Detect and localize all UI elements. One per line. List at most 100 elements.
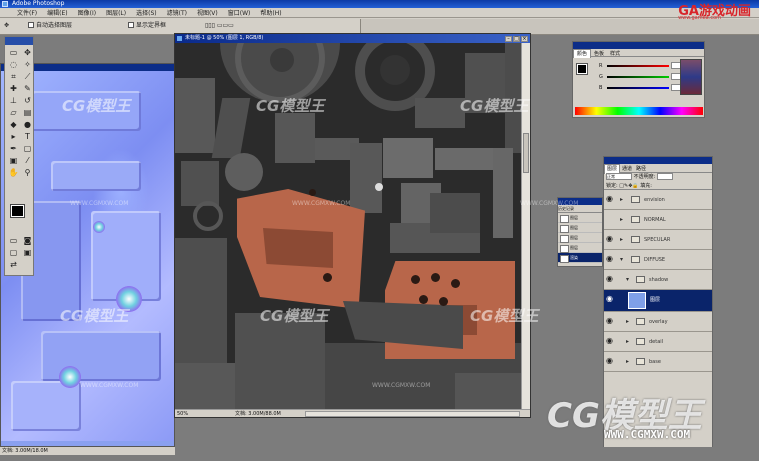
layer-row[interactable]: ◉ ▸ base: [604, 352, 712, 372]
opacity-field[interactable]: [656, 173, 673, 180]
brand-sub: www.gamea.com: [678, 15, 721, 21]
expand-chevron-icon[interactable]: ▸: [626, 318, 629, 326]
layer-row[interactable]: ◉ ▸ detail: [604, 332, 712, 352]
type-tool-icon[interactable]: T: [21, 131, 34, 142]
maximize-icon[interactable]: □: [513, 36, 520, 42]
healing-brush-icon[interactable]: ✚: [7, 83, 20, 94]
expand-chevron-icon[interactable]: ▸: [620, 196, 623, 204]
screen-mode-icon[interactable]: ▢: [7, 247, 20, 258]
green-slider[interactable]: [607, 76, 669, 78]
expand-chevron-icon[interactable]: ▸: [620, 216, 623, 224]
zoom-level[interactable]: 50%: [177, 410, 188, 418]
path-select-icon[interactable]: ▸: [7, 131, 20, 142]
brush-tool-icon[interactable]: ✎: [21, 83, 34, 94]
quickmask-mode-icon[interactable]: ◙: [21, 235, 34, 246]
expand-chevron-icon[interactable]: ▾: [626, 276, 629, 284]
document-size[interactable]: 文档: 3.00M/88.0M: [235, 410, 281, 418]
magic-wand-icon[interactable]: ✧: [21, 59, 34, 70]
move-tool-icon[interactable]: ✥: [21, 47, 34, 58]
watermark-cg: CG模型王: [460, 97, 529, 115]
color-panel-tabs: 颜色 色板 样式: [573, 49, 704, 58]
crop-tool-icon[interactable]: ⌗: [7, 71, 20, 82]
watermark-url-large: WWW.CGMXW.COM: [604, 428, 691, 441]
folder-icon: [636, 318, 645, 325]
app-title: Adobe Photoshop: [12, 0, 65, 7]
shape-tool-icon[interactable]: ▢: [21, 143, 34, 154]
history-item[interactable]: 图层: [558, 223, 602, 233]
lasso-tool-icon[interactable]: ◌: [7, 59, 20, 70]
layers-panel-titlebar[interactable]: [604, 157, 712, 164]
history-item[interactable]: 图层: [558, 213, 602, 223]
jump-to-imageready-icon[interactable]: ⇄: [7, 259, 20, 270]
lock-label: 锁定:: [606, 183, 618, 189]
layer-row[interactable]: ◉ ▾ DIFFUSE: [604, 250, 712, 270]
minimize-icon[interactable]: –: [505, 36, 512, 42]
red-slider[interactable]: [607, 65, 669, 67]
dodge-tool-icon[interactable]: ●: [21, 119, 34, 130]
toolbox: ▭ ✥ ◌ ✧ ⌗ ⟋ ✚ ✎ ⊥ ↺ ▱ ▤ ◆ ● ▸ T ✒ ▢ ▣ ⁄ …: [4, 36, 34, 276]
horizontal-scrollbar[interactable]: [305, 411, 520, 417]
tab-styles[interactable]: 样式: [607, 50, 623, 58]
visibility-eye-icon[interactable]: ◉: [606, 337, 613, 345]
zoom-tool-icon[interactable]: ⚲: [21, 167, 34, 178]
history-brush-icon[interactable]: ↺: [21, 95, 34, 106]
fullscreen-mode-icon[interactable]: ▣: [21, 247, 34, 258]
show-bounds-option[interactable]: 显示定界框: [128, 22, 166, 30]
visibility-eye-icon[interactable]: ◉: [606, 255, 613, 263]
eraser-tool-icon[interactable]: ▱: [7, 107, 20, 118]
panel-foreground-swatch[interactable]: [576, 63, 588, 75]
blur-tool-icon[interactable]: ◆: [7, 119, 20, 130]
blue-slider[interactable]: [607, 87, 669, 89]
layer-name: NORMAL: [644, 217, 666, 223]
visibility-eye-icon[interactable]: ◉: [606, 295, 613, 303]
layer-row-selected[interactable]: ◉ 图层: [604, 290, 712, 312]
pen-tool-icon[interactable]: ✒: [7, 143, 20, 154]
layer-row[interactable]: ◉ ▾ shadow: [604, 270, 712, 290]
red-slider-row: R: [599, 62, 681, 70]
layer-row[interactable]: ◉ ▸ SPECULAR: [604, 230, 712, 250]
notes-tool-icon[interactable]: ▣: [7, 155, 20, 166]
vertical-scroll-thumb[interactable]: [523, 133, 529, 173]
visibility-eye-icon[interactable]: ◉: [606, 317, 613, 325]
watermark-url: WWW.CGMXW.COM: [292, 200, 351, 207]
color-preview-thumbnail: [680, 59, 702, 95]
expand-chevron-icon[interactable]: ▾: [620, 256, 623, 264]
eyedropper-icon[interactable]: ⁄: [21, 155, 34, 166]
hand-tool-icon[interactable]: ✋: [7, 167, 20, 178]
foreground-color-swatch[interactable]: [10, 204, 25, 218]
history-item[interactable]: 图层: [558, 243, 602, 253]
tab-color[interactable]: 颜色: [573, 49, 592, 58]
move-tool-icon[interactable]: ✥: [4, 22, 9, 30]
expand-chevron-icon[interactable]: ▸: [620, 236, 623, 244]
align-icons[interactable]: ▯▯▯ ▭▭▭: [205, 22, 234, 30]
blend-mode-select[interactable]: 正常: [606, 173, 632, 180]
history-item-selected[interactable]: 渲染: [558, 253, 602, 263]
slice-tool-icon[interactable]: ⟋: [21, 71, 34, 82]
layer-row[interactable]: ◉ ▸ overlay: [604, 312, 712, 332]
marquee-tool-icon[interactable]: ▭: [7, 47, 20, 58]
color-panel-titlebar[interactable]: [573, 42, 704, 49]
stamp-tool-icon[interactable]: ⊥: [7, 95, 20, 106]
watermark-url: WWW.CGMXW.COM: [520, 200, 579, 207]
visibility-eye-icon[interactable]: ◉: [606, 235, 613, 243]
layer-row[interactable]: ◉ ▸ envision: [604, 190, 712, 210]
tab-swatches[interactable]: 色板: [591, 50, 607, 58]
color-spectrum-ramp[interactable]: [575, 107, 703, 115]
document-titlebar[interactable]: 未标题-1 @ 50% (图层 1, RGB/8) – □ ×: [175, 34, 530, 43]
toolbox-titlebar[interactable]: [5, 37, 33, 45]
close-icon[interactable]: ×: [521, 36, 528, 42]
expand-chevron-icon[interactable]: ▸: [626, 338, 629, 346]
auto-select-checkbox[interactable]: [28, 22, 34, 28]
auto-select-option[interactable]: 自动选择图层: [28, 22, 72, 30]
visibility-eye-icon[interactable]: ◉: [606, 195, 613, 203]
document-window[interactable]: 未标题-1 @ 50% (图层 1, RGB/8) – □ × 50% 文档: …: [174, 33, 531, 418]
history-item[interactable]: 图层: [558, 233, 602, 243]
visibility-eye-icon[interactable]: ◉: [606, 357, 613, 365]
show-bounds-checkbox[interactable]: [128, 22, 134, 28]
expand-chevron-icon[interactable]: ▸: [626, 358, 629, 366]
lock-icons[interactable]: □✎✥🔒: [619, 183, 638, 189]
gradient-tool-icon[interactable]: ▤: [21, 107, 34, 118]
standard-mode-icon[interactable]: ▭: [7, 235, 20, 246]
visibility-eye-icon[interactable]: ◉: [606, 275, 613, 283]
layer-row[interactable]: ▸ NORMAL: [604, 210, 712, 230]
